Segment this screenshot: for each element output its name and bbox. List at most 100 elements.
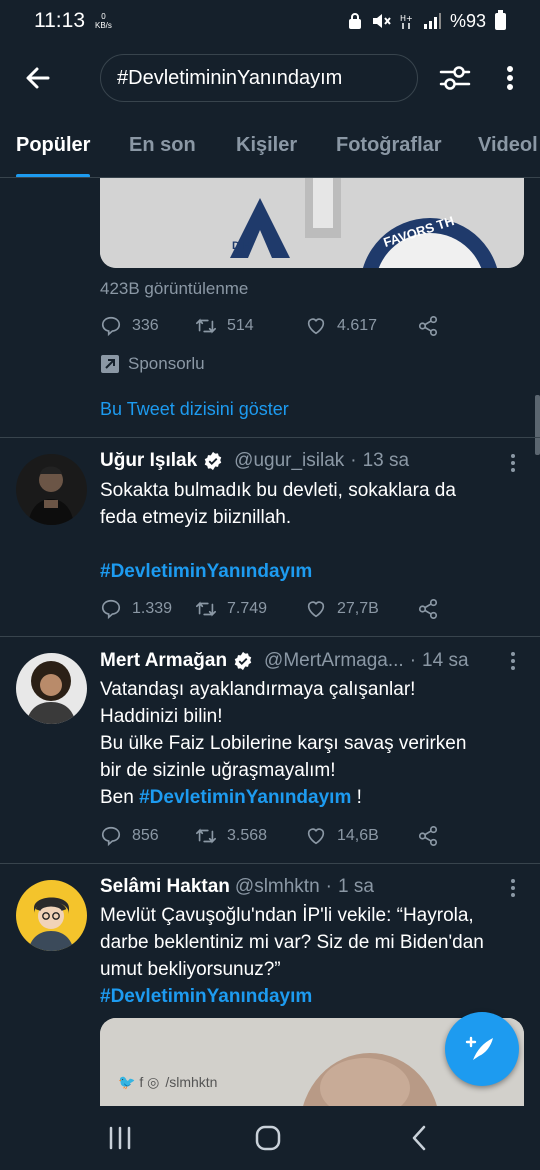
author-name[interactable]: Uğur Işılak bbox=[100, 450, 197, 472]
tweet-divider bbox=[0, 636, 540, 637]
retweet-count: 3.568 bbox=[227, 827, 268, 844]
timeline: D H FAVORS TH 423B görüntülenme 336 514 … bbox=[0, 178, 540, 1106]
tweet-actions: 336 514 4.617 bbox=[100, 315, 480, 337]
reply-button[interactable]: 336 bbox=[100, 315, 195, 337]
media-watermark: 🐦 f ◎ /slmhktn bbox=[118, 1074, 217, 1091]
retweet-icon bbox=[196, 601, 216, 617]
avatar[interactable] bbox=[16, 880, 87, 951]
tweet-text: Vatandaşı ayaklandırmaya çalışanlar! Had… bbox=[100, 676, 520, 811]
tweet-header: Mert Armağan @MertArmaga... · 14 sa bbox=[100, 650, 500, 672]
share-button[interactable] bbox=[417, 825, 439, 847]
cell-signal-icon bbox=[423, 13, 441, 29]
tweet-header: Selâmi Haktan @slmhktn · 1 sa bbox=[100, 876, 500, 898]
like-count: 4.617 bbox=[337, 317, 378, 334]
tweet-divider bbox=[0, 437, 540, 438]
tweet-actions: 856 3.568 14,6B bbox=[100, 825, 480, 847]
retweet-button[interactable]: 7.749 bbox=[195, 598, 305, 620]
share-icon bbox=[418, 316, 438, 336]
svg-text:H+: H+ bbox=[400, 14, 413, 23]
verified-badge-icon bbox=[204, 451, 222, 471]
battery-icon bbox=[495, 9, 506, 30]
separator-dot: · bbox=[350, 450, 357, 471]
tab-people[interactable]: Kişiler bbox=[236, 120, 297, 177]
retweet-button[interactable]: 3.568 bbox=[195, 825, 305, 847]
reply-count: 856 bbox=[132, 827, 159, 844]
separator-dot: · bbox=[409, 650, 417, 671]
tab-videos[interactable]: Videol bbox=[478, 120, 538, 177]
like-button[interactable]: 27,7B bbox=[305, 598, 417, 620]
tweet-text: Mevlüt Çavuşoğlu'ndan İP'li vekile: “Hay… bbox=[100, 902, 520, 1010]
promoted-arrow-icon bbox=[101, 355, 119, 373]
tweet-more-icon[interactable] bbox=[504, 650, 522, 672]
reply-count: 336 bbox=[132, 317, 159, 334]
like-button[interactable]: 4.617 bbox=[305, 315, 417, 337]
tab-popular[interactable]: Popüler bbox=[16, 120, 91, 177]
tweet-line: Vatandaşı ayaklandırmaya çalışanlar! bbox=[100, 679, 416, 700]
author-name[interactable]: Mert Armağan bbox=[100, 650, 227, 672]
like-button[interactable]: 14,6B bbox=[305, 825, 417, 847]
back-nav-icon[interactable] bbox=[404, 1124, 436, 1152]
hashtag-link[interactable]: #DevletiminYanındayım bbox=[100, 983, 520, 1010]
search-input[interactable]: #DevletimininYanındayım bbox=[100, 54, 418, 102]
compose-tweet-button[interactable] bbox=[445, 1012, 519, 1086]
tweet-more-icon[interactable] bbox=[504, 877, 522, 899]
tweet-line: Haddinizi bilin! bbox=[100, 706, 223, 727]
author-handle[interactable]: @MertArmaga... bbox=[264, 650, 404, 672]
network-speed: 0 KB/s bbox=[95, 12, 112, 30]
feather-compose-icon bbox=[465, 1036, 493, 1060]
tweet-actions: 1.339 7.749 27,7B bbox=[100, 598, 480, 620]
tweet-more-icon[interactable] bbox=[504, 452, 522, 474]
tweet-line: Bu ülke Faiz Lobilerine karşı savaş veri… bbox=[100, 733, 467, 754]
share-button[interactable] bbox=[417, 315, 439, 337]
watermark-handle: /slmhktn bbox=[165, 1074, 218, 1090]
avatar-image bbox=[16, 880, 87, 951]
network-speed-unit: KB/s bbox=[95, 21, 112, 30]
share-button[interactable] bbox=[417, 598, 439, 620]
avatar[interactable] bbox=[16, 454, 87, 525]
tweet-line: bir de sizinle uğraşmayalım! bbox=[100, 760, 336, 781]
tab-photos[interactable]: Fotoğraflar bbox=[336, 120, 442, 177]
media-logo-text: D H bbox=[232, 240, 251, 252]
more-options-icon[interactable] bbox=[498, 62, 522, 94]
search-query: #DevletimininYanındayım bbox=[117, 66, 343, 89]
tweet-line-prefix: Ben bbox=[100, 787, 140, 808]
hashtag-link[interactable]: #DevletiminYanındayım bbox=[100, 558, 520, 585]
tweet-line: darbe beklentiniz mi var? Siz de mi Bide… bbox=[100, 932, 484, 953]
reply-icon bbox=[101, 826, 121, 847]
search-filter-icon[interactable] bbox=[438, 62, 472, 94]
tweet-media-image[interactable]: D H FAVORS TH bbox=[100, 178, 524, 268]
retweet-icon bbox=[196, 318, 216, 334]
status-time: 11:13 bbox=[34, 9, 85, 32]
author-handle[interactable]: @slmhktn bbox=[235, 876, 320, 898]
tweet-line: umut bekliyorsunuz?” bbox=[100, 959, 281, 980]
tweet-divider bbox=[0, 863, 540, 864]
recent-apps-icon[interactable] bbox=[104, 1124, 136, 1152]
system-nav-bar bbox=[0, 1106, 540, 1170]
show-thread-link[interactable]: Bu Tweet dizisini göster bbox=[100, 399, 289, 420]
tweet-line: Mevlüt Çavuşoğlu'ndan İP'li vekile: “Hay… bbox=[100, 905, 474, 926]
network-speed-value: 0 bbox=[101, 12, 106, 21]
retweet-button[interactable]: 514 bbox=[195, 315, 305, 337]
hashtag-link[interactable]: #DevletiminYanındayım bbox=[139, 787, 351, 808]
view-count: 423B görüntülenme bbox=[100, 279, 249, 298]
avatar[interactable] bbox=[16, 653, 87, 724]
author-name[interactable]: Selâmi Haktan bbox=[100, 876, 230, 898]
reply-button[interactable]: 1.339 bbox=[100, 598, 195, 620]
reply-button[interactable]: 856 bbox=[100, 825, 195, 847]
share-icon bbox=[418, 599, 438, 619]
promoted-label: Sponsorlu bbox=[100, 354, 205, 374]
reply-count: 1.339 bbox=[132, 600, 173, 617]
search-tabs: Popüler En son Kişiler Fotoğraflar Video… bbox=[0, 120, 540, 178]
share-icon bbox=[418, 826, 438, 846]
status-bar: 11:13 0 KB/s H+ %93 bbox=[0, 0, 540, 42]
heart-icon bbox=[307, 828, 325, 845]
tweet-text: Sokakta bulmadık bu devleti, sokaklara d… bbox=[100, 477, 520, 585]
home-icon[interactable] bbox=[252, 1124, 284, 1152]
avatar-image bbox=[16, 653, 87, 724]
tweet-time: 14 sa bbox=[422, 650, 469, 671]
like-count: 14,6B bbox=[337, 827, 379, 844]
tweet-line: feda etmeyiz biiznillah. bbox=[100, 507, 292, 528]
tab-latest[interactable]: En son bbox=[129, 120, 196, 177]
back-arrow-icon[interactable] bbox=[22, 62, 54, 94]
author-handle[interactable]: @ugur_isilak bbox=[234, 450, 344, 472]
